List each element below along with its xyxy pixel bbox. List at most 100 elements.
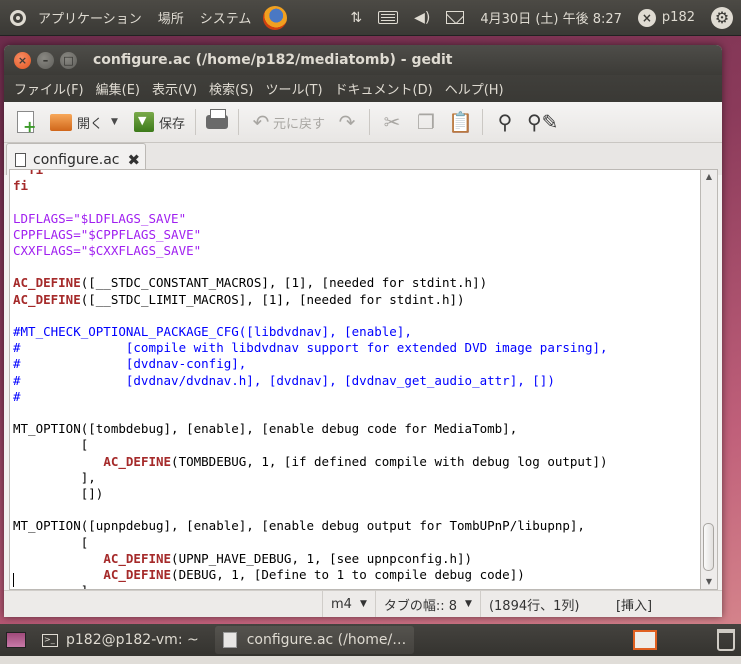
- places-menu[interactable]: 場所: [150, 8, 192, 27]
- menu-view[interactable]: 表示(V): [146, 79, 203, 98]
- minimize-button[interactable]: –: [37, 51, 54, 69]
- printer-icon: [205, 109, 228, 129]
- bottom-panel: >_ p182@p182-vm: ~ configure.ac (/home/…: [0, 624, 741, 656]
- menu-documents[interactable]: ドキュメント(D): [329, 79, 439, 98]
- new-button[interactable]: [12, 106, 45, 138]
- network-icon[interactable]: ⇅: [350, 10, 362, 26]
- code-text: (TOMBDEBUG, 1, [if defined compile with …: [171, 453, 608, 469]
- task-gedit[interactable]: configure.ac (/home/…: [214, 626, 415, 654]
- text-editor-icon: [222, 632, 237, 648]
- code-keyword: AC_DEFINE: [103, 567, 172, 583]
- code-text: (UPNP_HAVE_DEBUG, 1, [see upnpconfig.h]): [171, 550, 473, 566]
- save-button[interactable]: 保存: [129, 106, 190, 138]
- ubuntu-logo-icon[interactable]: [10, 9, 26, 26]
- system-menu[interactable]: システム: [192, 8, 260, 27]
- firefox-icon[interactable]: [263, 5, 288, 30]
- code-line: LDFLAGS="$LDFLAGS_SAVE": [13, 211, 608, 227]
- top-panel-menu: アプリケーション 場所 システム: [0, 0, 288, 35]
- code-line: # [dvdnav-config],: [13, 356, 608, 372]
- maximize-button[interactable]: □: [60, 51, 77, 69]
- menu-help[interactable]: ヘルプ(H): [439, 79, 510, 98]
- code-text: ],: [13, 469, 96, 485]
- code-comment: # [dvdnav/dvdnav.h], [dvdnav], [dvdnav_g…: [13, 372, 555, 388]
- task-gedit-label: configure.ac (/home/…: [246, 632, 407, 648]
- menu-edit[interactable]: 編集(E): [90, 79, 146, 98]
- code-view: fi fi LDFLAGS="$LDFLAGS_SAVE" CPPFLAGS="$C…: [10, 170, 608, 589]
- task-terminal[interactable]: >_ p182@p182-vm: ~: [34, 626, 207, 654]
- code-line: ],: [13, 583, 608, 589]
- toolbar-separator: [237, 109, 239, 135]
- mail-icon[interactable]: [446, 11, 465, 24]
- top-panel: アプリケーション 場所 システム ⇅ ◀) 4月30日 (土) 午後 8:27 …: [0, 0, 741, 36]
- close-window-button[interactable]: ×: [14, 51, 31, 69]
- applications-menu[interactable]: アプリケーション: [30, 8, 150, 27]
- code-line: # [dvdnav/dvdnav.h], [dvdnav], [dvdnav_g…: [13, 373, 608, 389]
- scroll-up-icon[interactable]: ▲: [701, 170, 717, 184]
- copy-icon: ❐: [417, 110, 435, 134]
- clock[interactable]: 4月30日 (土) 午後 8:27: [480, 8, 622, 27]
- chevron-down-icon: ▼: [359, 599, 367, 609]
- keyboard-icon[interactable]: [378, 11, 399, 24]
- code-text: (DEBUG, 1, [Define to 1 to compile debug…: [171, 567, 525, 583]
- replace-button[interactable]: ⚲✎: [522, 106, 558, 138]
- code-variable: CXXFLAGS="$CXXFLAGS_SAVE": [13, 243, 202, 259]
- language-label: m4: [331, 596, 352, 612]
- menu-tools[interactable]: ツール(T): [259, 79, 328, 98]
- save-label: 保存: [158, 116, 185, 132]
- titlebar[interactable]: × – □ configure.ac (/home/p182/mediatomb…: [4, 45, 722, 75]
- paste-button[interactable]: 📋: [443, 106, 477, 138]
- volume-icon[interactable]: ◀): [414, 10, 430, 26]
- code-line: #: [13, 389, 608, 405]
- code-variable: CPPFLAGS="$CPPFLAGS_SAVE": [13, 226, 202, 242]
- scrollbar-thumb[interactable]: [703, 523, 714, 571]
- workspace-switcher-icon[interactable]: [633, 630, 657, 650]
- code-text: ([__STDC_CONSTANT_MACROS], [1], [needed …: [80, 275, 488, 291]
- code-line: fi: [13, 178, 608, 194]
- code-line: MT_OPTION([tombdebug], [enable], [enable…: [13, 421, 608, 437]
- menu-file[interactable]: ファイル(F): [4, 79, 90, 98]
- code-line: AC_DEFINE(TOMBDEBUG, 1, [if defined comp…: [13, 453, 608, 470]
- clipboard-icon: 📋: [447, 110, 473, 134]
- tab-width-selector[interactable]: タブの幅:: 8 ▼: [374, 590, 480, 617]
- redo-button[interactable]: ↷: [330, 106, 364, 138]
- text-editor[interactable]: fi fi LDFLAGS="$LDFLAGS_SAVE" CPPFLAGS="$C…: [9, 169, 701, 590]
- copy-button[interactable]: ❐: [409, 106, 443, 138]
- code-line: CXXFLAGS="$CXXFLAGS_SAVE": [13, 243, 608, 259]
- cut-button[interactable]: ✂: [375, 106, 409, 138]
- host-screen-strip: [0, 656, 741, 664]
- user-menu[interactable]: × p182: [637, 8, 695, 27]
- vertical-scrollbar[interactable]: ▲ ▼: [701, 169, 718, 590]
- chevron-down-icon: ▼: [465, 599, 472, 609]
- code-text: [: [13, 534, 89, 550]
- trash-icon[interactable]: [717, 629, 735, 651]
- save-icon: [133, 112, 154, 132]
- code-line: AC_DEFINE(DEBUG, 1, [Define to 1 to comp…: [13, 567, 608, 583]
- code-comment: #MT_CHECK_OPTIONAL_PACKAGE_CFG([libdvdna…: [13, 324, 412, 340]
- menu-search[interactable]: 検索(S): [203, 79, 259, 98]
- tab-label: configure.ac: [33, 151, 120, 168]
- language-selector[interactable]: m4 ▼: [322, 590, 375, 617]
- statusbar: m4 ▼ タブの幅:: 8 ▼ (1894行、1列) [挿入]: [4, 590, 722, 617]
- gear-icon[interactable]: ⚙: [711, 6, 733, 29]
- code-line: ],: [13, 470, 608, 486]
- new-document-icon: [17, 111, 36, 136]
- print-button[interactable]: [201, 106, 233, 138]
- show-desktop-icon[interactable]: [6, 632, 26, 648]
- recent-files-dropdown-icon[interactable]: ▼: [111, 117, 118, 127]
- scroll-down-icon[interactable]: ▼: [701, 575, 717, 589]
- redo-icon: ↷: [338, 110, 356, 134]
- undo-button[interactable]: ↶ 元に戻す: [244, 106, 330, 138]
- window-title: configure.ac (/home/p182/mediatomb) - ge…: [93, 52, 453, 68]
- tab-width-label: タブの幅:: 8: [383, 598, 458, 614]
- open-button[interactable]: 開く ▼: [45, 106, 129, 138]
- open-label: 開く: [77, 116, 104, 132]
- cursor-position: (1894行、1列): [479, 590, 610, 617]
- close-tab-icon[interactable]: ✖: [128, 151, 141, 169]
- code-line: AC_DEFINE(UPNP_HAVE_DEBUG, 1, [see upnpc…: [13, 551, 608, 567]
- scissors-icon: ✂: [383, 110, 401, 134]
- find-button[interactable]: ⚲: [488, 106, 522, 138]
